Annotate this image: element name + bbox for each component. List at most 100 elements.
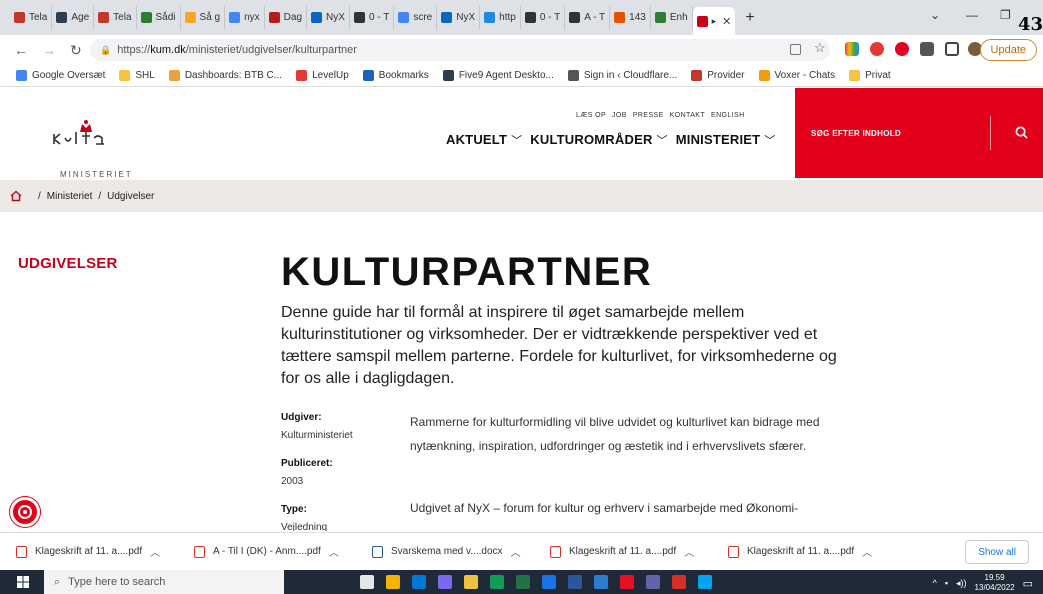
new-tab-button[interactable]: + bbox=[745, 9, 754, 27]
taskbar-app-icon[interactable] bbox=[386, 575, 400, 589]
taskbar-app-icon[interactable] bbox=[672, 575, 686, 589]
start-button[interactable] bbox=[10, 570, 36, 594]
tab-active[interactable]: ▸ ✕ bbox=[692, 7, 736, 35]
main-nav-item[interactable]: KULTUROMRÅDER ﹀ bbox=[530, 132, 667, 148]
pinterest-extension-icon[interactable] bbox=[895, 42, 909, 56]
taskbar-app-icon[interactable] bbox=[594, 575, 608, 589]
taskbar-app-icon[interactable] bbox=[568, 575, 582, 589]
minimize-button[interactable]: — bbox=[966, 8, 978, 22]
download-item[interactable]: Klageskrift af 11. a....pdf ︿ bbox=[16, 544, 194, 559]
top-link[interactable]: JOB bbox=[612, 112, 627, 119]
volume-icon[interactable]: ◂)) bbox=[956, 578, 967, 589]
taskbar-app-icon[interactable] bbox=[620, 575, 634, 589]
top-link[interactable]: PRESSE bbox=[633, 112, 664, 119]
main-nav-item[interactable]: MINISTERIET ﹀ bbox=[676, 132, 776, 148]
tab-favicon-icon bbox=[441, 12, 453, 23]
taskbar-app-icon[interactable] bbox=[516, 575, 530, 589]
taskbar-app-icon[interactable] bbox=[360, 575, 374, 589]
bookmark-star-icon[interactable]: ☆ bbox=[814, 40, 828, 55]
forward-button[interactable]: → bbox=[42, 42, 56, 58]
chevron-up-icon[interactable]: ︿ bbox=[684, 544, 694, 559]
notifications-icon[interactable]: ▭ bbox=[1023, 577, 1033, 590]
browser-tab[interactable]: 0 - T bbox=[350, 5, 395, 30]
browser-tab[interactable]: NyX bbox=[437, 5, 481, 30]
download-item[interactable]: Klageskrift af 11. a....pdf ︿ bbox=[728, 544, 906, 559]
browser-tab[interactable]: 143 bbox=[610, 5, 651, 30]
top-link[interactable]: LÆS OP bbox=[576, 112, 606, 119]
bookmark-item[interactable]: Bookmarks bbox=[362, 70, 429, 81]
bookmark-item[interactable]: Privat bbox=[849, 70, 891, 81]
close-tab-icon[interactable]: ✕ bbox=[722, 15, 731, 28]
meta-key: Type: bbox=[281, 504, 307, 515]
download-item[interactable]: Svarskema med v....docx ︿ bbox=[372, 544, 550, 559]
browser-tab[interactable]: Tela bbox=[10, 5, 53, 30]
browser-tab[interactable]: Age bbox=[52, 5, 95, 30]
browser-tab[interactable]: Dag bbox=[265, 5, 308, 30]
browser-tab[interactable]: Sådi bbox=[137, 5, 181, 30]
chevron-down-icon: ﹀ bbox=[511, 135, 523, 147]
bookmark-item[interactable]: Dashboards: BTB C... bbox=[168, 70, 282, 81]
meta-key: Udgiver: bbox=[281, 412, 322, 423]
taskbar-app-icon[interactable] bbox=[698, 575, 712, 589]
chevron-up-icon[interactable]: ︿ bbox=[329, 544, 339, 559]
taskbar-app-icon[interactable] bbox=[542, 575, 556, 589]
browser-tab[interactable]: Tela bbox=[94, 5, 137, 30]
taskbar-app-icon[interactable] bbox=[490, 575, 504, 589]
search-area[interactable]: SØG EFTER INDHOLD bbox=[795, 88, 1043, 178]
home-icon[interactable] bbox=[10, 190, 22, 202]
puzzle-extensions-icon[interactable] bbox=[920, 42, 934, 56]
breadcrumb-item-ministeriet[interactable]: Ministeriet bbox=[47, 191, 93, 202]
bookmark-item[interactable]: LevelUp bbox=[296, 70, 349, 81]
main-nav-item[interactable]: AKTUELT ﹀ bbox=[446, 132, 522, 148]
taskbar-app-icon[interactable] bbox=[412, 575, 426, 589]
chevron-up-icon[interactable]: ︿ bbox=[511, 544, 521, 559]
browser-tab[interactable]: NyX bbox=[307, 5, 350, 30]
kulturministeriet-logo[interactable]: MINISTERIET bbox=[38, 110, 148, 179]
download-item[interactable]: Klageskrift af 11. a....pdf ︿ bbox=[550, 544, 728, 559]
bookmark-item[interactable]: Google Oversæt bbox=[16, 70, 105, 81]
update-button[interactable]: Update bbox=[979, 39, 1037, 61]
browser-tab[interactable]: nyx bbox=[225, 5, 265, 30]
search-icon[interactable] bbox=[1015, 126, 1028, 139]
browser-tab[interactable]: http bbox=[480, 5, 521, 30]
side-section-title[interactable]: UDGIVELSER bbox=[18, 255, 118, 272]
taskbar-search[interactable]: ⌕ Type here to search bbox=[44, 570, 284, 594]
tab-label: nyx bbox=[244, 12, 260, 23]
bookmark-item[interactable]: Five9 Agent Deskto... bbox=[442, 70, 554, 81]
back-button[interactable]: ← bbox=[14, 42, 28, 58]
taskbar-app-icon[interactable] bbox=[438, 575, 452, 589]
show-all-button[interactable]: Show all bbox=[965, 540, 1029, 564]
top-link[interactable]: KONTAKT bbox=[670, 112, 705, 119]
bookmark-item[interactable]: Voxer - Chats bbox=[758, 70, 835, 81]
taskbar-app-icon[interactable] bbox=[464, 575, 478, 589]
browser-tab[interactable]: 0 - T bbox=[521, 5, 566, 30]
tray-chevron-icon[interactable]: ^ bbox=[933, 578, 937, 588]
network-icon[interactable]: ▪ bbox=[945, 578, 948, 588]
browser-tab[interactable]: scre bbox=[394, 5, 438, 30]
accessibility-button[interactable] bbox=[10, 497, 40, 527]
downloads-bar: Klageskrift af 11. a....pdf ︿ A - Til I (D… bbox=[0, 532, 1043, 570]
browser-tab[interactable]: Så g bbox=[181, 5, 226, 30]
sidepanel-icon[interactable] bbox=[945, 42, 959, 56]
chevron-up-icon[interactable]: ︿ bbox=[150, 544, 160, 559]
reload-button[interactable]: ↻ bbox=[70, 42, 82, 59]
browser-tab[interactable]: A - T bbox=[565, 5, 611, 30]
clock[interactable]: 19.59 13/04/2022 bbox=[975, 573, 1015, 593]
bookmark-label: Sign in ‹ Cloudflare... bbox=[583, 70, 678, 81]
breadcrumb-item-udgivelser[interactable]: Udgivelser bbox=[107, 191, 154, 202]
chevron-up-icon[interactable]: ︿ bbox=[862, 544, 872, 559]
bookmark-item[interactable]: SHL bbox=[119, 70, 155, 81]
tab-label: NyX bbox=[326, 12, 345, 23]
extension-icon-1[interactable] bbox=[845, 42, 859, 56]
tab-search-chevron-icon[interactable]: ⌄ bbox=[930, 8, 940, 22]
adblock-extension-icon[interactable] bbox=[870, 42, 884, 56]
browser-tab[interactable]: Enh bbox=[651, 5, 693, 30]
bookmark-item[interactable]: Provider bbox=[691, 70, 745, 81]
top-link[interactable]: ENGLISH bbox=[711, 112, 745, 119]
restore-button[interactable]: ❐ bbox=[1000, 8, 1011, 22]
taskbar-app-icon[interactable] bbox=[646, 575, 660, 589]
share-icon[interactable] bbox=[790, 44, 801, 55]
address-bar[interactable]: 🔒 https://kum.dk/ministeriet/udgivelser/… bbox=[90, 39, 830, 61]
download-item[interactable]: A - Til I (DK) - Anm....pdf ︿ bbox=[194, 544, 372, 559]
bookmark-item[interactable]: Sign in ‹ Cloudflare... bbox=[567, 70, 678, 81]
